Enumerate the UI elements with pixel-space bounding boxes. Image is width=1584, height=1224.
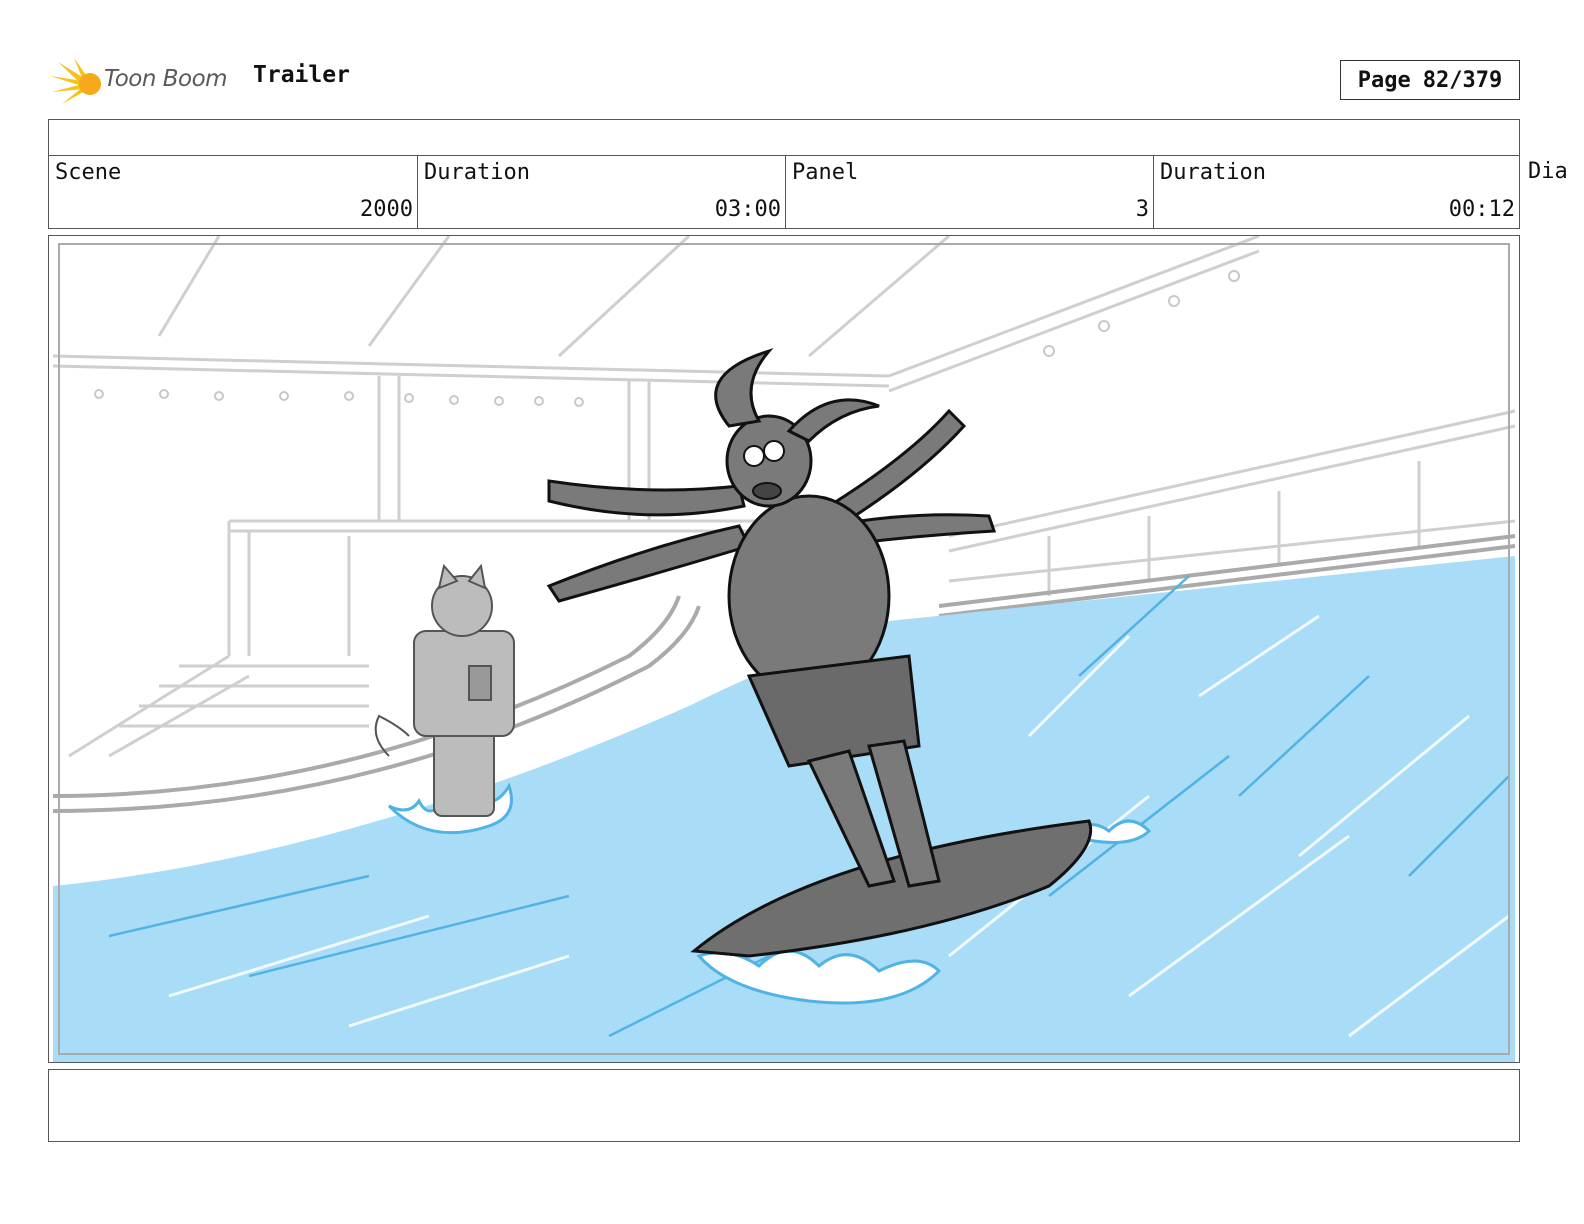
panel-notes-box — [48, 1069, 1520, 1142]
scene-cell: Scene 2000 — [49, 156, 417, 228]
scene-duration-cell: Duration 03:00 — [417, 156, 785, 228]
dialogue-label: Dia — [1528, 159, 1568, 184]
scene-duration-label: Duration — [424, 160, 530, 185]
panel-drawing — [49, 236, 1519, 1062]
brand-name: Toon Boom — [104, 66, 228, 92]
panel-label: Panel — [792, 160, 859, 185]
scene-label: Scene — [55, 160, 122, 185]
header-strip — [48, 119, 1520, 156]
page-indicator: Page 82/379 — [1340, 60, 1520, 100]
panel-duration-value: 00:12 — [1448, 197, 1515, 222]
panel-cell: Panel 3 — [785, 156, 1153, 228]
page-label: Page — [1357, 67, 1411, 93]
page-number: 82/379 — [1422, 67, 1503, 93]
project-title: Trailer — [253, 62, 350, 88]
storyboard-header: Toon Boom Trailer Page 82/379 — [48, 52, 1520, 108]
panel-value: 3 — [1135, 197, 1149, 222]
storyboard-panel-image — [48, 235, 1520, 1063]
panel-info-row: Scene 2000 Duration 03:00 Panel 3 Durati… — [48, 155, 1520, 229]
scene-duration-value: 03:00 — [714, 197, 781, 222]
toon-boom-logo: Toon Boom — [50, 56, 240, 106]
scene-value: 2000 — [360, 197, 413, 222]
panel-duration-cell: Duration 00:12 — [1153, 156, 1519, 228]
panel-duration-label: Duration — [1160, 160, 1266, 185]
